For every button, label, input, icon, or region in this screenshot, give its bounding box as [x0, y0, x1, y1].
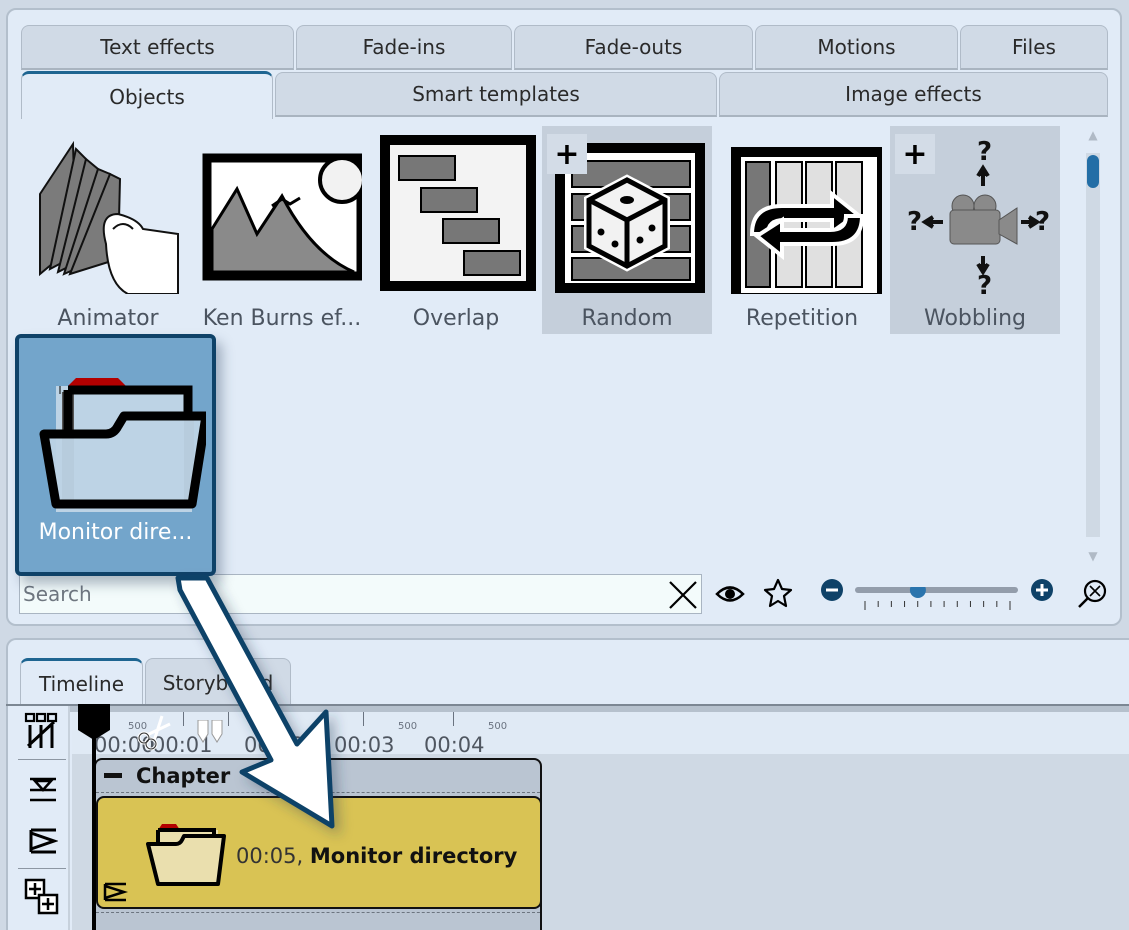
effects-scrollbar-thumb[interactable]	[1087, 155, 1099, 188]
search-input[interactable]: Search	[19, 574, 702, 614]
tab-label: Storyboard	[162, 670, 274, 695]
add-tracks-icon[interactable]	[24, 878, 60, 920]
effect-label: Random	[581, 306, 673, 331]
timeline-toolbar	[14, 706, 70, 930]
divider	[96, 792, 540, 793]
ken-burns-icon	[202, 134, 366, 294]
tab-label: Smart templates	[412, 82, 580, 106]
timeline-ruler[interactable]	[72, 712, 1129, 754]
add-icon[interactable]: +	[895, 134, 935, 174]
tab-files[interactable]: Files	[960, 25, 1108, 70]
chapter-title: Chapter	[104, 764, 230, 788]
tab-image-effects[interactable]: Image effects	[719, 72, 1108, 117]
tab-label: Files	[1012, 35, 1056, 59]
eye-icon[interactable]	[715, 583, 745, 609]
scissors-icon[interactable]	[134, 712, 174, 756]
effect-animator[interactable]: Animator	[24, 126, 192, 334]
random-dice-icon: +	[547, 134, 707, 294]
zoom-fit-icon[interactable]	[1076, 578, 1108, 614]
tab-objects[interactable]: Objects	[21, 71, 273, 119]
tab-fade-ins[interactable]: Fade-ins	[296, 25, 512, 70]
ruler-tick	[453, 712, 454, 726]
tab-label: Objects	[109, 84, 185, 109]
playhead-handle[interactable]	[78, 704, 110, 744]
effect-label: Repetition	[745, 306, 859, 331]
effects-scrollbar[interactable]	[1086, 153, 1100, 537]
svg-text:?: ?	[977, 271, 992, 294]
collapse-chapter-icon[interactable]	[104, 772, 122, 778]
divider	[18, 868, 66, 869]
search-placeholder: Search	[23, 582, 92, 606]
tab-storyboard[interactable]: Storyboard	[145, 658, 291, 706]
effect-label: Ken Burns ef...	[202, 306, 362, 331]
tab-motions[interactable]: Motions	[755, 25, 958, 70]
zoom-slider[interactable]	[855, 582, 1020, 619]
effect-random[interactable]: + Random	[542, 126, 712, 334]
ruler-sub-label: 500	[398, 721, 418, 732]
tab-smart-templates[interactable]: Smart templates	[275, 72, 717, 117]
collapse-track-icon[interactable]	[28, 776, 58, 808]
tab-label: Timeline	[38, 671, 125, 696]
effect-label: Overlap	[412, 306, 500, 331]
timeline-clip[interactable]: 00:05, Monitor directory	[96, 796, 542, 909]
clip-marker-icon[interactable]	[102, 882, 129, 906]
svg-text:?: ?	[977, 137, 992, 167]
effect-monitor-directory[interactable]: Monitor dire...	[15, 334, 216, 576]
folder-icon	[26, 344, 210, 514]
playhead-line[interactable]	[92, 712, 96, 930]
clip-label: 00:05, Monitor directory	[236, 844, 517, 868]
marker-icon[interactable]	[196, 719, 226, 750]
repetition-icon	[722, 134, 887, 303]
svg-text:?: ?	[907, 207, 922, 237]
divider	[96, 912, 540, 913]
effect-label: Monitor dire...	[38, 520, 193, 545]
ruler-tick	[363, 712, 364, 726]
wobbling-camera-icon: ? ? ? ? +	[895, 134, 1055, 301]
ruler-tick	[183, 712, 184, 726]
clip-name: Monitor directory	[309, 844, 518, 868]
effect-repetition[interactable]: Repetition	[718, 126, 887, 334]
scroll-up-arrow[interactable]: ▲	[1087, 129, 1099, 141]
effect-label: Animator	[57, 306, 159, 331]
tab-label: Fade-outs	[584, 35, 683, 59]
ruler-tick	[228, 712, 229, 726]
slider-ticks	[864, 601, 1011, 610]
ruler-sub-label: 500	[488, 721, 508, 732]
overlap-icon	[376, 134, 536, 294]
folder-icon	[146, 822, 228, 892]
effect-ken-burns[interactable]: Ken Burns ef...	[198, 126, 366, 334]
star-icon[interactable]	[763, 578, 793, 612]
zoom-in-button[interactable]	[1031, 579, 1053, 605]
tab-fade-outs[interactable]: Fade-outs	[514, 25, 753, 70]
ruler-label: 00:02	[244, 733, 305, 757]
tab-label: Text effects	[100, 35, 215, 59]
tab-label: Motions	[817, 35, 896, 59]
divider	[18, 759, 66, 760]
tab-timeline[interactable]: Timeline	[20, 658, 143, 706]
add-icon[interactable]: +	[547, 134, 587, 174]
clear-search-icon[interactable]	[667, 580, 699, 614]
effect-label: Wobbling	[924, 306, 1026, 331]
ruler-label: 00:03	[334, 733, 395, 757]
chapter-label: Chapter	[136, 764, 231, 788]
zoom-out-button[interactable]	[821, 579, 843, 605]
animator-icon	[28, 134, 188, 295]
insert-marker-icon[interactable]	[28, 828, 59, 858]
effect-wobbling[interactable]: ? ? ? ? + Wobbling	[890, 126, 1060, 334]
ruler-label: 00:04	[424, 733, 485, 757]
scroll-down-arrow[interactable]: ▼	[1087, 550, 1099, 562]
tab-text-effects[interactable]: Text effects	[21, 25, 294, 70]
clip-duration: 00:05,	[236, 844, 304, 868]
tab-label: Image effects	[845, 82, 982, 106]
zoom-slider-knob	[909, 582, 926, 598]
tab-label: Fade-ins	[362, 35, 446, 59]
effect-overlap[interactable]: Overlap	[372, 126, 540, 334]
split-tracks-icon[interactable]	[24, 712, 60, 752]
